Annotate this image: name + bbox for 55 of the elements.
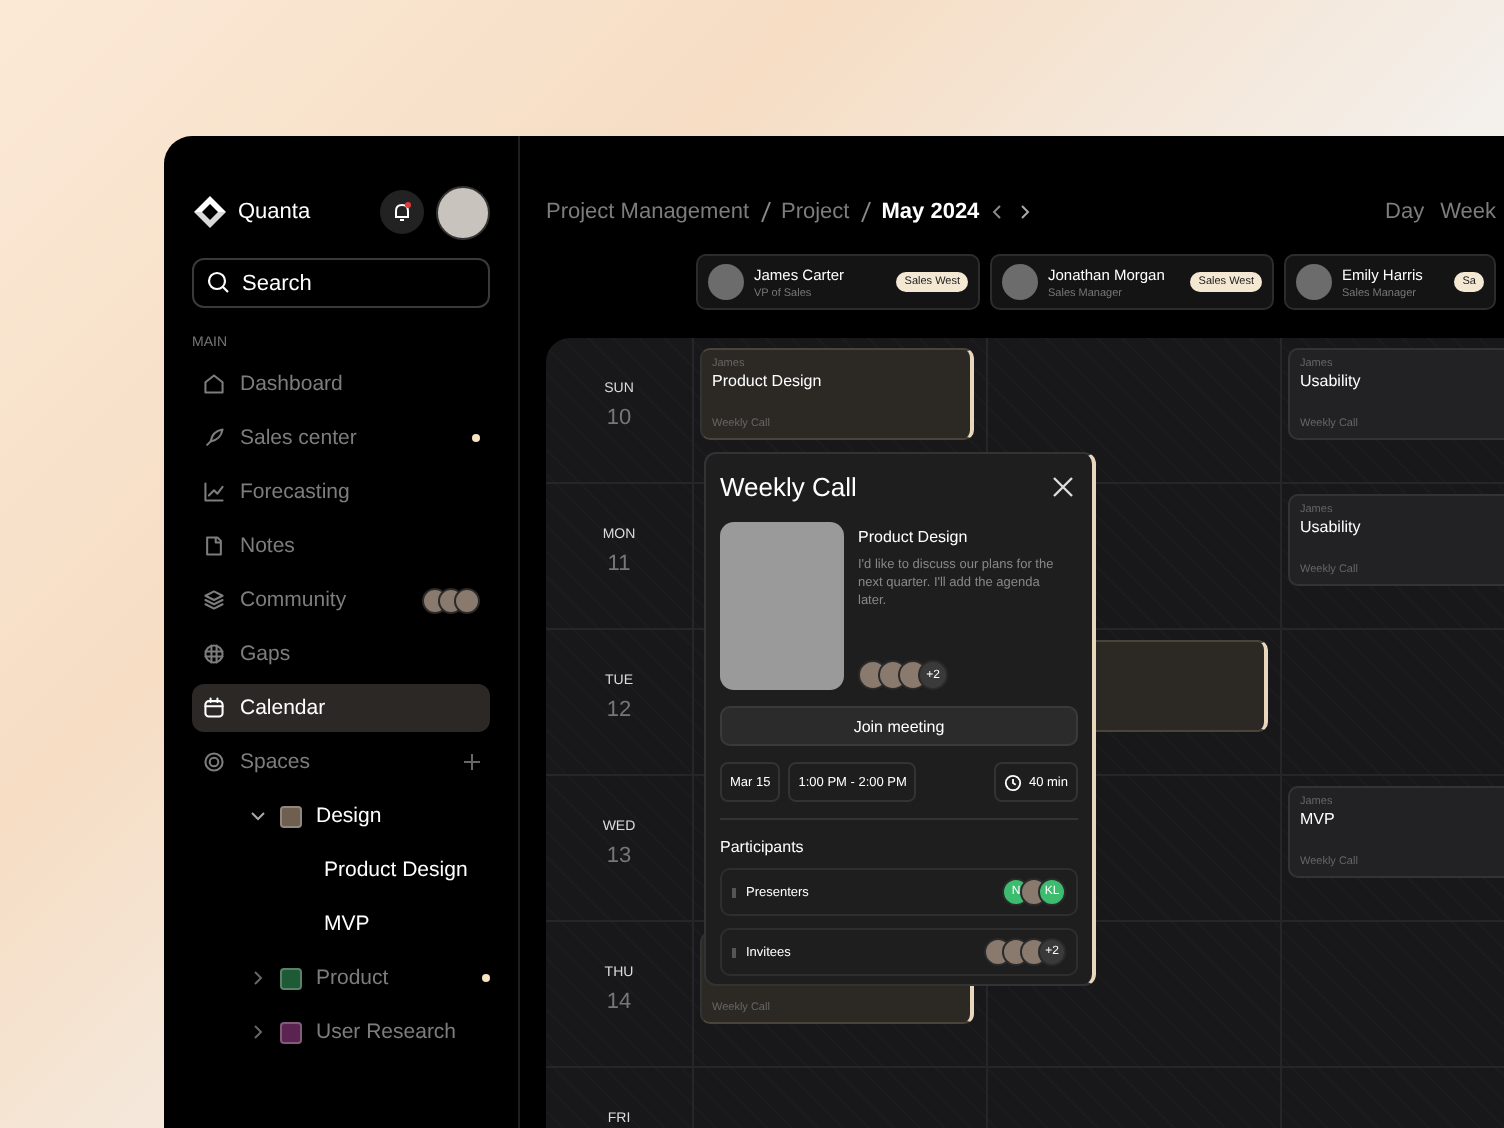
add-icon[interactable] [464,754,480,770]
chevron-left-icon[interactable] [989,204,1006,220]
event-title: Usability [1300,372,1363,390]
tree-item[interactable]: User Research [192,1008,490,1056]
sidebar-item[interactable]: Community [192,576,490,624]
brand-name: Quanta [238,200,313,224]
user-avatar[interactable] [436,185,490,239]
calendar-icon [202,696,226,720]
breadcrumb-item: May 2024 [881,200,980,224]
sidebar-item[interactable]: Forecasting [192,468,490,516]
join-meeting-button[interactable]: Join meeting [720,706,1078,746]
sidebar-item[interactable]: Notes [192,522,490,570]
date-number: 10 [606,406,632,430]
tree-item[interactable]: MVP [192,900,490,948]
tree-item[interactable]: Design [192,792,490,840]
chevron-right-icon[interactable] [1015,204,1032,220]
sidebar-item[interactable]: Spaces [192,738,490,786]
sidebar-item[interactable]: Gaps [192,630,490,678]
event-title: Product Design [712,372,824,390]
tree-item[interactable]: Product [192,954,490,1002]
home-icon [202,372,226,396]
sidebar-item[interactable]: Calendar [192,684,490,732]
note-icon [202,534,226,558]
sidebar-item[interactable]: Sales center [192,414,490,462]
sidebar-item[interactable]: Dashboard [192,360,490,408]
avatar [708,264,744,300]
section-title: Participants [720,838,806,856]
line-chart-icon [202,480,226,504]
avatar [1296,264,1332,300]
search-field[interactable]: Search [192,258,490,308]
event-title: MVP [1300,810,1337,828]
event-title: Usability [1300,518,1363,536]
event-title: Product Design [858,528,970,546]
view-tab[interactable]: Day [1385,200,1425,224]
avatar [454,587,480,613]
avatar [1002,264,1038,300]
chevron-icon[interactable] [250,808,266,824]
date-number: 12 [606,698,632,722]
tree-item[interactable]: Product Design [192,846,490,894]
notification-button[interactable] [380,190,424,234]
layers-icon [202,588,226,612]
slash-icon [757,200,773,224]
search-icon [206,270,230,294]
clock-icon [1004,773,1023,791]
date-number: 14 [606,990,632,1014]
breadcrumb-item[interactable]: Project [781,200,850,224]
slash-icon [857,200,874,224]
date-number: 11 [607,552,631,576]
grid-icon [202,642,226,666]
view-tab[interactable]: Week [1440,200,1496,224]
logo-icon [192,194,228,230]
date-number: 13 [606,844,632,868]
close-icon[interactable] [1052,476,1074,498]
breadcrumb-item[interactable]: Project Management [546,200,749,224]
bell-icon [390,200,414,224]
